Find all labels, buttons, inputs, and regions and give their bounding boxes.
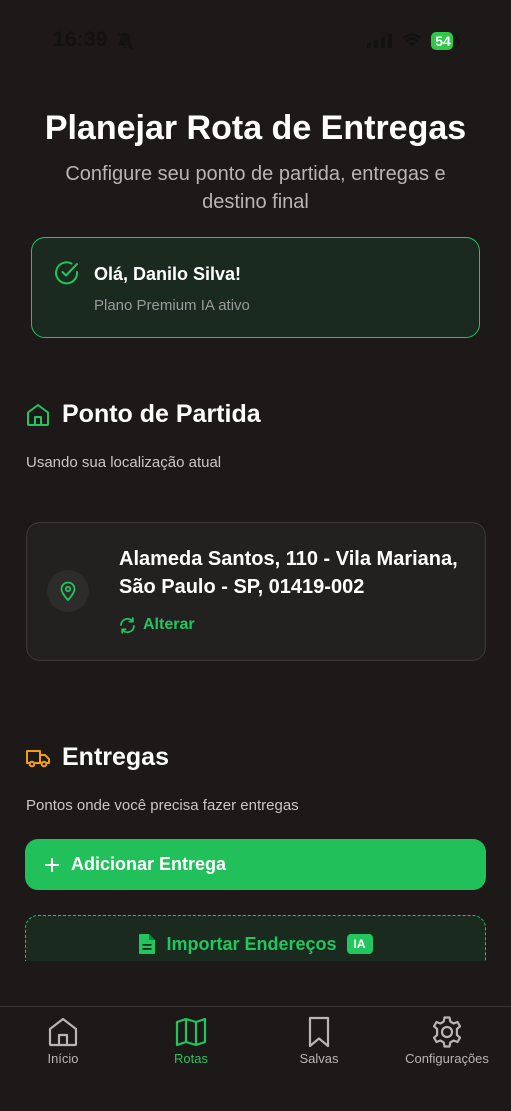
document-icon <box>139 934 156 954</box>
signal-icon <box>367 34 392 48</box>
charging-bolt-icon <box>453 34 462 48</box>
wifi-icon <box>402 33 422 47</box>
tab-label-inicio: Início <box>47 1051 79 1066</box>
battery-level: 54 <box>435 33 451 49</box>
deliveries-title: Entregas <box>62 743 169 771</box>
bell-muted-icon <box>116 32 134 50</box>
deliveries-subtitle: Pontos onde você precisa fazer entregas <box>26 797 299 814</box>
greeting-title: Olá, Danilo Silva! <box>94 264 242 284</box>
scroll-cutoff <box>0 961 511 1007</box>
tab-configuracoes[interactable]: Configurações <box>387 1015 507 1075</box>
status-bar: 16:39 54 <box>0 0 511 84</box>
bookmark-icon <box>308 1016 330 1048</box>
import-addresses-label: Importar Endereços <box>166 933 337 954</box>
tab-label-configuracoes: Configurações <box>405 1051 489 1066</box>
tab-rotas[interactable]: Rotas <box>131 1015 251 1075</box>
page-title: Planejar Rota de Entregas <box>44 109 467 147</box>
battery-indicator: 54 <box>431 32 463 50</box>
import-content: Importar Endereços IA <box>26 933 485 955</box>
change-label: Alterar <box>143 616 195 633</box>
plan-status: Plano Premium IA ativo <box>94 297 250 314</box>
gear-icon <box>432 1016 462 1048</box>
tab-bar: Início Rotas Salvas Configurações <box>0 1006 511 1111</box>
truck-icon <box>26 750 50 768</box>
ai-badge: IA <box>346 934 373 954</box>
page-subtitle: Configure seu ponto de partida, entregas… <box>65 163 446 213</box>
tab-salvas[interactable]: Salvas <box>259 1015 379 1075</box>
status-time: 16:39 <box>53 28 108 51</box>
start-address: Alameda Santos, 110 - Vila Mariana, São … <box>119 548 458 598</box>
check-circle-icon <box>55 261 79 285</box>
plus-icon <box>45 857 59 872</box>
change-start-button[interactable]: Alterar <box>119 616 195 634</box>
tab-label-rotas: Rotas <box>174 1051 208 1066</box>
refresh-icon <box>120 616 135 634</box>
greeting-card: Olá, Danilo Silva! Plano Premium IA ativ… <box>31 237 480 338</box>
screen: 16:39 54 Planejar Rota de Entregas Confi… <box>0 0 511 1111</box>
map-pin-icon <box>60 581 76 601</box>
home-icon <box>48 1017 78 1047</box>
add-delivery-button[interactable]: Adicionar Entrega <box>25 839 486 890</box>
add-delivery-label: Adicionar Entrega <box>71 854 227 874</box>
start-point-title: Ponto de Partida <box>62 400 261 428</box>
tab-label-salvas: Salvas <box>299 1051 339 1066</box>
tab-inicio[interactable]: Início <box>3 1015 123 1075</box>
pin-badge <box>47 570 89 612</box>
home-icon <box>27 404 49 426</box>
map-icon <box>175 1017 207 1047</box>
start-point-subtitle: Usando sua localização atual <box>26 454 222 471</box>
start-address-card: Alameda Santos, 110 - Vila Mariana, São … <box>26 522 486 661</box>
